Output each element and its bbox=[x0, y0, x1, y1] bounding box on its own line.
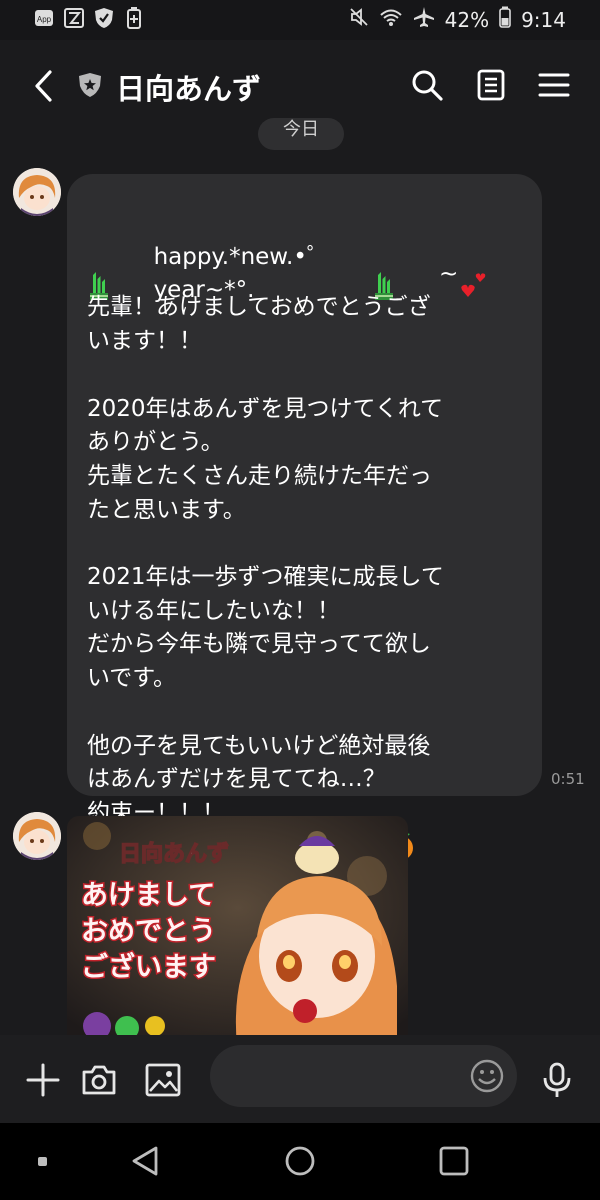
message-input[interactable] bbox=[210, 1045, 517, 1107]
wifi-icon bbox=[379, 7, 403, 32]
date-separator: 今日 bbox=[258, 118, 344, 150]
home-circle-icon[interactable] bbox=[282, 1143, 318, 1179]
input-bar bbox=[0, 1035, 600, 1123]
hearts-icon bbox=[460, 204, 528, 346]
message-time: 0:51 bbox=[551, 770, 585, 788]
message-text: happy.*new.•゜year~*°. ~ 先輩！あけましておめでとうござ … bbox=[87, 190, 528, 905]
message-body: 先輩！あけましておめでとうござ います！！ 2020年はあんずを見つけてくれて … bbox=[87, 294, 444, 863]
back-triangle-icon[interactable] bbox=[128, 1143, 164, 1179]
official-shield-icon bbox=[78, 72, 102, 98]
kadomatsu-icon bbox=[87, 204, 152, 346]
recents-dot-icon[interactable] bbox=[30, 1143, 66, 1179]
shield-check-icon bbox=[94, 8, 114, 28]
system-nav-bar bbox=[0, 1123, 600, 1200]
back-icon[interactable] bbox=[30, 68, 60, 104]
message-bubble[interactable]: happy.*new.•゜year~*°. ~ 先輩！あけましておめでとうござ … bbox=[67, 174, 542, 864]
kindle-like-icon bbox=[64, 8, 84, 28]
image-text-line: おめでとう bbox=[81, 916, 216, 947]
mute-icon bbox=[349, 7, 369, 32]
image-message[interactable]: 日向あんず あけまして おめでとう ございます bbox=[67, 816, 408, 1046]
camera-icon[interactable] bbox=[80, 1061, 118, 1099]
plus-icon[interactable] bbox=[24, 1061, 62, 1099]
mic-icon[interactable] bbox=[538, 1061, 576, 1099]
avatar[interactable] bbox=[13, 812, 61, 860]
overview-square-icon[interactable] bbox=[436, 1143, 472, 1179]
menu-icon[interactable] bbox=[537, 68, 571, 102]
kadomatsu-icon bbox=[372, 204, 437, 346]
battery-percent: 42% bbox=[444, 7, 490, 32]
notes-icon[interactable] bbox=[474, 68, 508, 102]
image-text-line: ございます bbox=[81, 951, 216, 983]
image-text-name: 日向あんず bbox=[119, 841, 229, 867]
clock: 9:14 bbox=[521, 7, 566, 32]
search-icon[interactable] bbox=[410, 68, 444, 102]
image-text-line: あけまして bbox=[81, 880, 215, 911]
svg-text:App: App bbox=[37, 15, 52, 24]
message-greeting-suffix: ~ bbox=[439, 260, 459, 287]
status-bar: App 42% 9:14 bbox=[0, 0, 600, 40]
gallery-icon[interactable] bbox=[144, 1061, 182, 1099]
message-first-line: happy.*new.•゜year~*°. ~ bbox=[87, 244, 528, 303]
chat-title: 日向あんず bbox=[116, 72, 262, 106]
app-icon: App bbox=[34, 8, 54, 28]
battery-icon bbox=[499, 6, 511, 33]
airplane-icon bbox=[413, 6, 435, 33]
emoji-icon[interactable] bbox=[469, 1058, 505, 1098]
battery-saver-icon bbox=[124, 7, 144, 29]
avatar[interactable] bbox=[13, 168, 61, 216]
